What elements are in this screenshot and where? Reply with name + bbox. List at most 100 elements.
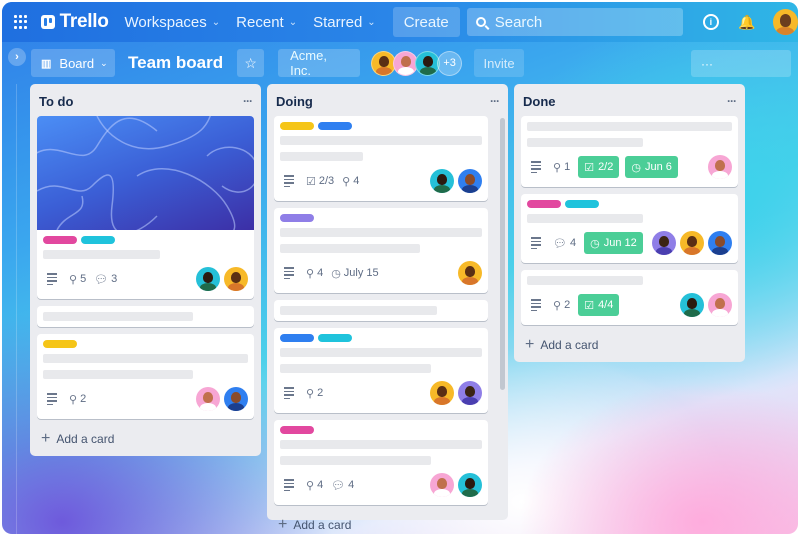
label-blue [318, 122, 352, 130]
card-member-avatar[interactable] [708, 155, 732, 179]
list-title[interactable]: Doing [276, 94, 313, 109]
card-member-avatar[interactable] [196, 267, 220, 291]
card-member-avatar[interactable] [680, 231, 704, 255]
label-purple [280, 214, 314, 222]
card-title-placeholder [280, 244, 420, 253]
card-title-placeholder [43, 354, 248, 363]
card-member-avatar[interactable] [458, 169, 482, 193]
card[interactable]: ⚲ 2 [37, 334, 254, 419]
card[interactable]: ⚲ 2 [274, 328, 488, 413]
due-date-badge: ◷ July 15 [331, 267, 378, 280]
card-member-avatar[interactable] [458, 473, 482, 497]
comment-icon: 💬︎ [553, 237, 567, 250]
card-member-avatar[interactable] [708, 231, 732, 255]
card-member-avatar[interactable] [708, 293, 732, 317]
card[interactable] [274, 300, 488, 321]
list-menu-icon[interactable]: ··· [243, 94, 253, 108]
list-title[interactable]: Done [523, 94, 556, 109]
comments-count: 4 [569, 237, 577, 249]
label-yellow [280, 122, 314, 130]
info-icon[interactable]: i [703, 14, 719, 30]
card[interactable]: ⚲ 4 💬︎ 4 [274, 420, 488, 505]
card-member-avatar[interactable] [652, 231, 676, 255]
attachments-count: 2 [564, 299, 571, 311]
attachments-count: 5 [80, 273, 87, 285]
board-title[interactable]: Team board [128, 53, 223, 73]
add-card-button[interactable]: + Add a card [521, 332, 738, 354]
plus-icon: + [525, 336, 535, 353]
chevron-down-icon: ⌄ [100, 57, 108, 68]
sidebar-expand-button[interactable]: › [8, 48, 26, 66]
nav-workspaces-dropdown[interactable]: Workspaces ⌄ [125, 14, 221, 31]
paperclip-icon: ⚲ [69, 273, 78, 286]
attachments-count: 4 [353, 175, 360, 187]
card-member-avatar[interactable] [224, 267, 248, 291]
list-title[interactable]: To do [39, 94, 73, 109]
add-card-label: Add a card [293, 518, 352, 532]
trello-logo-icon [40, 15, 55, 29]
add-card-button[interactable]: + Add a card [37, 426, 254, 448]
board-icon: ▥ [41, 57, 51, 70]
clock-icon: ◷ [590, 237, 600, 250]
card-member-avatar[interactable] [680, 293, 704, 317]
board-header: › ▥ Board ⌄ Team board ☆ Acme, Inc. +3 I… [2, 42, 798, 84]
more-members-button[interactable]: +3 [437, 50, 463, 76]
card-member-avatar[interactable] [458, 381, 482, 405]
nav-starred-dropdown[interactable]: Starred ⌄ [313, 14, 376, 31]
card-member-avatar[interactable] [430, 381, 454, 405]
create-button[interactable]: Create [392, 7, 460, 37]
nav-recent-dropdown[interactable]: Recent ⌄ [236, 14, 297, 31]
sidebar-divider [16, 84, 17, 534]
add-card-button[interactable]: + Add a card [274, 512, 501, 534]
list-menu-icon[interactable]: ··· [490, 94, 500, 108]
bell-icon[interactable]: 🔔 [738, 14, 755, 30]
due-date: Jun 6 [644, 161, 672, 173]
card-member-avatar[interactable] [196, 387, 220, 411]
description-icon [284, 479, 294, 491]
card-member-avatar[interactable] [224, 387, 248, 411]
invite-button[interactable]: Invite [474, 49, 525, 77]
comments-badge: 💬︎ 3 [94, 273, 117, 286]
star-board-button[interactable]: ☆ [237, 49, 265, 77]
checklist-icon: ☑ [584, 299, 595, 312]
chevron-down-icon: ⌄ [288, 16, 298, 28]
user-avatar[interactable] [772, 9, 798, 35]
card-member-avatar[interactable] [458, 261, 482, 285]
paperclip-icon: ⚲ [553, 161, 562, 174]
label-pink [280, 426, 314, 434]
trello-logo[interactable]: Trello [40, 11, 109, 33]
cover-pattern [37, 116, 254, 230]
list-scrollbar[interactable] [500, 118, 505, 390]
clock-icon: ◷ [631, 161, 641, 174]
attachments-badge: ⚲ 4 [306, 267, 323, 280]
due-complete-badge[interactable]: ◷ Jun 6 [625, 156, 678, 178]
card-member-avatar[interactable] [430, 473, 454, 497]
paperclip-icon: ⚲ [553, 299, 562, 312]
comments-badge: 💬︎ 4 [331, 479, 354, 492]
card[interactable]: ⚲ 4 ◷ July 15 [274, 208, 488, 293]
board-view-dropdown[interactable]: ▥ Board ⌄ [31, 49, 115, 77]
card[interactable]: 💬︎ 4 ◷ Jun 12 [521, 194, 738, 263]
label-pink [527, 200, 561, 208]
search-input[interactable]: Search [466, 8, 684, 36]
workspace-button[interactable]: Acme, Inc. [278, 48, 361, 78]
card-member-avatar[interactable] [430, 169, 454, 193]
card[interactable]: ☑ 2/3 ⚲ 4 [274, 116, 488, 201]
card[interactable]: ⚲ 2 ☑ 4/4 [521, 270, 738, 325]
app-name: Trello [59, 11, 109, 32]
attachments-badge: ⚲ 2 [306, 387, 323, 400]
due-complete-badge[interactable]: ◷ Jun 12 [584, 232, 643, 254]
attachments-badge: ⚲ 4 [306, 479, 323, 492]
card[interactable] [37, 306, 254, 327]
board-menu-button[interactable]: ··· [691, 50, 791, 77]
list-menu-icon[interactable]: ··· [727, 94, 737, 108]
app-switcher-icon[interactable] [14, 15, 28, 29]
card-title-placeholder [43, 370, 193, 379]
checklist-count: 2/3 [318, 175, 335, 187]
card-title-placeholder [43, 312, 193, 321]
description-icon [531, 237, 541, 249]
card[interactable]: ⚲ 5 💬︎ 3 [37, 116, 254, 299]
board-members: +3 [371, 50, 463, 76]
card-title-placeholder [280, 306, 437, 315]
card[interactable]: ⚲ 1 ☑ 2/2 ◷ Jun 6 [521, 116, 738, 187]
